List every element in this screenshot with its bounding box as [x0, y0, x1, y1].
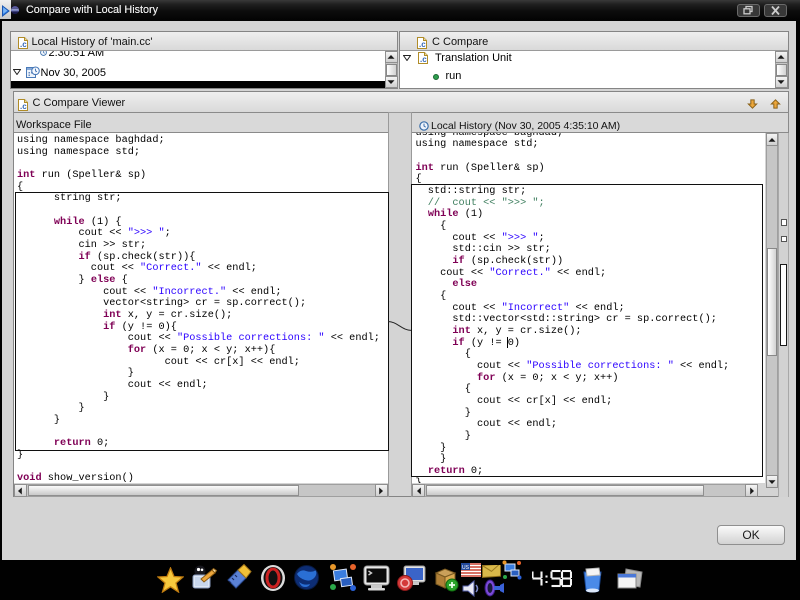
- svg-text:.c: .c: [420, 55, 427, 64]
- svg-text:.c: .c: [20, 40, 27, 49]
- svg-text:US: US: [462, 565, 470, 571]
- svg-text:.c: .c: [419, 40, 426, 49]
- svg-text:.c: .c: [20, 102, 27, 111]
